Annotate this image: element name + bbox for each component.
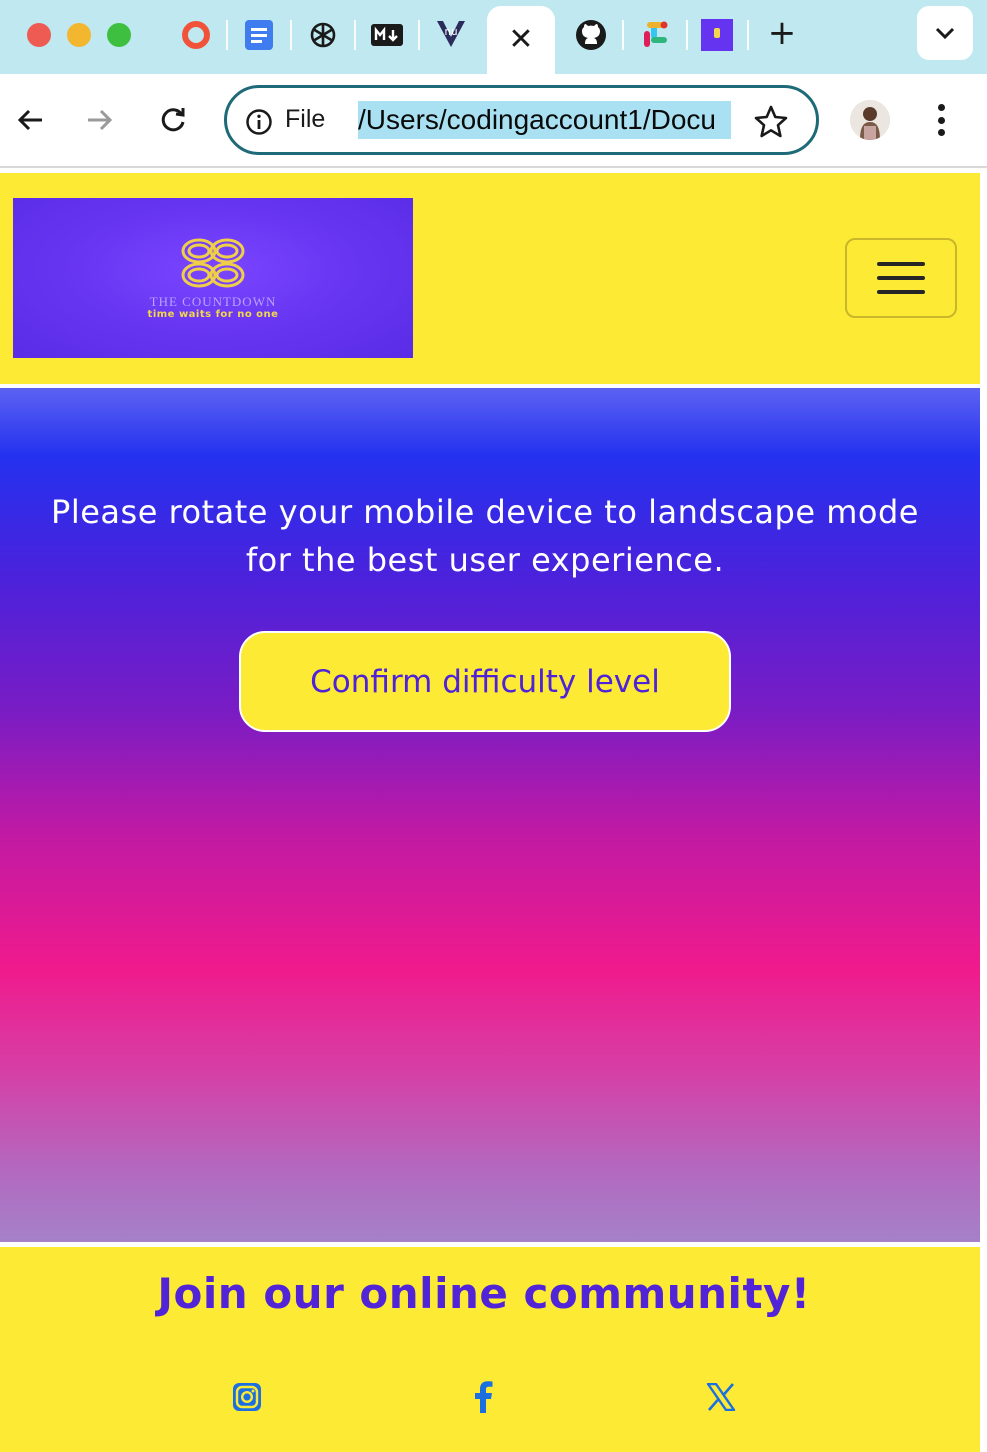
slack-icon[interactable] xyxy=(638,18,672,52)
active-tab[interactable]: ✕ xyxy=(487,6,555,74)
close-icon[interactable]: ✕ xyxy=(508,25,533,55)
chevron-down-icon xyxy=(935,27,955,40)
hamburger-icon xyxy=(877,262,925,266)
chatgpt-icon[interactable] xyxy=(306,18,340,52)
opera-icon[interactable] xyxy=(179,18,213,52)
tab-strip: nu ✕ + xyxy=(0,0,987,74)
facebook-icon[interactable] xyxy=(466,1380,500,1414)
address-bar[interactable]: File /Users/codingaccount1/Docu xyxy=(224,85,819,155)
countdown-site-icon[interactable] xyxy=(700,18,734,52)
reload-button[interactable] xyxy=(151,98,195,142)
rotate-device-message: Please rotate your mobile device to land… xyxy=(51,493,919,579)
profile-avatar[interactable] xyxy=(850,100,890,140)
bookmark-star-icon[interactable] xyxy=(752,103,790,141)
hero-section: Please rotate your mobile device to land… xyxy=(0,388,987,1242)
url-text[interactable]: /Users/codingaccount1/Docu xyxy=(358,101,731,139)
browser-toolbar: File /Users/codingaccount1/Docu xyxy=(0,74,987,168)
svg-text:nu: nu xyxy=(444,25,457,38)
window-edge xyxy=(980,168,987,1452)
confirm-difficulty-button[interactable]: Confirm difficulty level xyxy=(239,631,731,732)
logo-name: THE COUNTDOWN xyxy=(149,294,277,309)
info-icon[interactable] xyxy=(245,108,273,136)
infinity-knot-icon xyxy=(181,238,245,288)
reload-icon xyxy=(161,108,185,132)
site-logo[interactable]: THE COUNTDOWN time waits for no one xyxy=(13,198,413,358)
tab-search-button[interactable] xyxy=(917,6,973,60)
avatar-icon xyxy=(850,100,890,140)
x-twitter-icon[interactable] xyxy=(704,1380,738,1414)
web-page: THE COUNTDOWN time waits for no one Plea… xyxy=(0,168,987,1452)
markdown-icon[interactable] xyxy=(370,18,404,52)
window-zoom-button[interactable] xyxy=(107,23,131,47)
new-tab-button[interactable]: + xyxy=(765,16,799,52)
window-minimize-button[interactable] xyxy=(67,23,91,47)
forward-button[interactable] xyxy=(78,98,122,142)
browser-menu-button[interactable] xyxy=(925,100,957,140)
github-icon[interactable] xyxy=(574,18,608,52)
site-footer: Join our online community! xyxy=(0,1247,980,1452)
back-button[interactable] xyxy=(8,98,52,142)
site-header: THE COUNTDOWN time waits for no one xyxy=(0,173,980,384)
footer-title: Join our online community! xyxy=(157,1269,811,1318)
arrow-right-icon xyxy=(88,109,113,131)
url-scheme-label: File xyxy=(285,105,326,133)
google-docs-icon[interactable] xyxy=(242,18,276,52)
arrow-left-icon xyxy=(17,109,42,131)
instagram-icon[interactable] xyxy=(230,1380,264,1414)
window-close-button[interactable] xyxy=(27,23,51,47)
nu-validator-icon[interactable]: nu xyxy=(434,18,468,52)
logo-tagline: time waits for no one xyxy=(147,309,279,320)
nav-menu-toggle-button[interactable] xyxy=(845,238,957,318)
